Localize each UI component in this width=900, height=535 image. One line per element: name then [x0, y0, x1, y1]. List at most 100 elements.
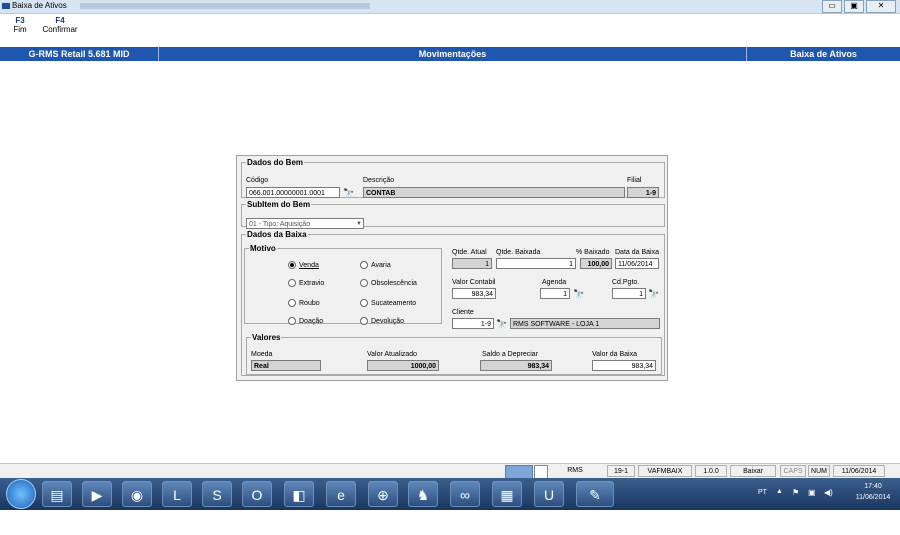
window-title: Baixa de Ativos [12, 1, 67, 10]
status-date: 11/06/2014 [833, 465, 885, 477]
flag-icon[interactable]: ⚑ [792, 488, 799, 497]
network-icon[interactable]: ▣ [808, 488, 816, 497]
status-bar: RMS 19-1 VAFMBAIX 1.0.0 Baixar CAPS NUM … [0, 463, 900, 479]
explorer-icon[interactable]: ▤ [42, 481, 72, 507]
media-player-icon[interactable]: ▶ [82, 481, 112, 507]
language-indicator[interactable]: PT [758, 489, 767, 496]
status-app: RMS [567, 467, 583, 474]
radio-avaria[interactable]: Avaria [360, 261, 391, 269]
fkey-confirmar[interactable]: F4 Confirmar [40, 16, 80, 34]
agenda-field[interactable]: 1 [540, 288, 570, 299]
fkey-label: Fim [13, 25, 27, 34]
cliente-code-field[interactable]: 1-9 [452, 318, 494, 329]
close-button[interactable]: ✕ [866, 0, 896, 13]
tray-date[interactable]: 11/06/2014 [850, 494, 896, 501]
valor-baixa-field[interactable]: 983,34 [592, 360, 656, 371]
valor-contabil-label: Valor Contabil [452, 279, 496, 286]
moeda-field: Real [251, 360, 321, 371]
valor-atualizado-field: 1000,00 [367, 360, 439, 371]
cdpgto-field[interactable]: 1 [612, 288, 646, 299]
chrome-icon[interactable]: ◉ [122, 481, 152, 507]
dados-baixa-group: Dados da Baixa Motivo Venda Avaria Extra… [241, 230, 665, 376]
app-version: G-RMS Retail 5.681 MID [0, 47, 159, 61]
motivo-group: Motivo Venda Avaria Extravio Obsolescênc… [244, 244, 442, 325]
remote-desktop-icon[interactable]: ◧ [284, 481, 314, 507]
radio-extravio[interactable]: Extravio [288, 279, 324, 287]
radio-icon [288, 317, 296, 325]
search-binoculars-icon[interactable]: 🔭 [648, 289, 660, 299]
status-program: VAFMBAIX [638, 465, 692, 477]
fkey-label: Confirmar [42, 25, 78, 34]
volume-icon[interactable]: ◀) [824, 488, 833, 497]
radio-venda[interactable]: Venda [288, 261, 319, 269]
taskbar: ▤ ▶ ◉ L S O ◧ e ⊕ ♞ ∞ ▦ U ✎ PT ▲ ⚑ ▣ ◀) … [0, 478, 900, 510]
baixa-panel: Dados do Bem Código 066.001.00000001.000… [236, 155, 668, 381]
valor-contabil-field[interactable]: 983,34 [452, 288, 496, 299]
chevron-down-icon: ▼ [356, 221, 362, 227]
radio-roubo[interactable]: Roubo [288, 299, 320, 307]
radio-icon [288, 299, 296, 307]
radio-icon [360, 261, 368, 269]
qtde-baixada-label: Qtde. Baixada [496, 249, 541, 256]
radio-icon [360, 317, 368, 325]
skype-icon[interactable]: S [202, 481, 232, 507]
group-title: Motivo [250, 244, 276, 253]
radio-icon [360, 279, 368, 287]
chevron-up-icon[interactable]: ▲ [776, 488, 783, 495]
qtde-atual-field: 1 [452, 258, 492, 269]
qtde-baixada-field[interactable]: 1 [496, 258, 576, 269]
fkey-fim[interactable]: F3 Fim [0, 16, 40, 34]
search-binoculars-icon[interactable]: 🔭 [573, 289, 585, 299]
valor-atualizado-label: Valor Atualizado [367, 351, 418, 358]
codigo-field[interactable]: 066.001.00000001.0001 [246, 187, 340, 198]
radio-icon [360, 299, 368, 307]
ue-icon[interactable]: U [534, 481, 564, 507]
paint-icon[interactable]: ✎ [576, 481, 614, 507]
codigo-label: Código [246, 177, 269, 184]
chess-icon[interactable]: ♞ [408, 481, 438, 507]
data-baixa-field[interactable]: 11/06/2014 [615, 258, 659, 269]
browser-icon[interactable]: ⊕ [368, 481, 398, 507]
descricao-label: Descrição [363, 177, 395, 184]
dados-bem-group: Dados do Bem Código 066.001.00000001.000… [241, 158, 665, 198]
radio-icon [288, 279, 296, 287]
status-filial: 19-1 [607, 465, 635, 477]
screen-title: Baixa de Ativos [790, 49, 857, 59]
tray-time[interactable]: 17:40 [850, 483, 896, 490]
subitem-select[interactable]: 01 - Tipo: Aquisição ▼ [246, 218, 364, 229]
search-binoculars-icon[interactable]: 🔭 [496, 319, 508, 329]
monitor-icon [505, 465, 533, 479]
filial-field: 1-9 [627, 187, 659, 198]
start-button[interactable] [6, 479, 36, 509]
radio-devolucao[interactable]: Devolução [360, 317, 404, 325]
app-header: G-RMS Retail 5.681 MID Movimentações Bai… [0, 47, 900, 61]
package-icon[interactable]: ▦ [492, 481, 522, 507]
infinity-icon[interactable]: ∞ [450, 481, 480, 507]
radio-sucateamento[interactable]: Sucateamento [360, 299, 416, 307]
app-icon [2, 3, 10, 9]
agenda-label: Agenda [542, 279, 567, 286]
title-bar-path [80, 3, 370, 9]
saldo-label: Saldo a Depreciar [482, 351, 539, 358]
group-title: Valores [252, 333, 281, 342]
search-binoculars-icon[interactable]: 🔭 [343, 188, 355, 198]
pct-baixado-field: 100,00 [580, 258, 612, 269]
section-title: Movimentações [159, 47, 747, 61]
internet-explorer-icon[interactable]: e [326, 481, 356, 507]
radio-obsolescencia[interactable]: Obsolescência [360, 279, 417, 287]
group-title: Dados do Bem [247, 158, 304, 167]
filial-label: Filial [627, 177, 642, 184]
qtde-atual-label: Qtde. Atual [452, 249, 487, 256]
valores-group: Valores Moeda Real Valor Atualizado 1000… [246, 333, 662, 375]
document-icon [534, 465, 548, 479]
status-num: NUM [808, 465, 830, 477]
moeda-label: Moeda [251, 351, 273, 358]
maximize-button[interactable]: ▣ [844, 0, 864, 13]
status-caps: CAPS [780, 465, 806, 477]
radio-doacao[interactable]: Doação [288, 317, 323, 325]
minimize-button[interactable]: ▭ [822, 0, 842, 13]
lync-icon[interactable]: L [162, 481, 192, 507]
data-baixa-label: Data da Baixa [615, 249, 659, 256]
descricao-field: CONTAB [363, 187, 625, 198]
outlook-icon[interactable]: O [242, 481, 272, 507]
